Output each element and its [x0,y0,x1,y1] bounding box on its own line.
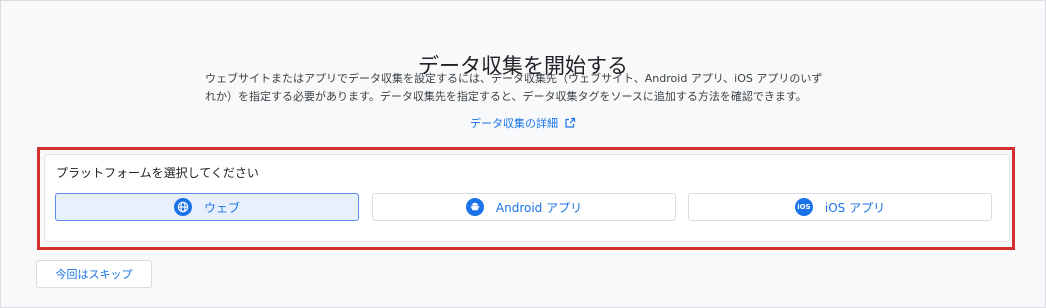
platform-web-label: ウェブ [203,200,240,215]
skip-button[interactable]: 今回はスキップ [36,260,152,288]
description-line-1: ウェブサイトまたはアプリでデータ収集を設定するには、データ収集先（ウェブサイト、… [205,72,823,85]
open-in-new-icon [565,117,576,128]
platform-card-title: プラットフォームを選択してください [56,166,259,180]
learn-more-link[interactable]: データ収集の詳細 [0,115,1046,131]
platform-ios-label: iOS アプリ [824,200,886,215]
page-description: ウェブサイトまたはアプリでデータ収集を設定するには、データ収集先（ウェブサイト、… [205,70,845,106]
platform-web-button[interactable]: ウェブ [55,193,359,221]
android-icon [465,198,484,216]
ios-icon: iOS [794,198,813,216]
platform-android-button[interactable]: Android アプリ [372,193,676,221]
globe-icon [173,198,192,216]
platform-android-label: Android アプリ [495,200,583,215]
platform-ios-button[interactable]: iOS iOS アプリ [688,193,992,221]
learn-more-label: データ収集の詳細 [470,117,558,130]
description-line-2: れか）を指定する必要があります。データ収集先を指定すると、データ収集タグをソース… [205,90,807,103]
